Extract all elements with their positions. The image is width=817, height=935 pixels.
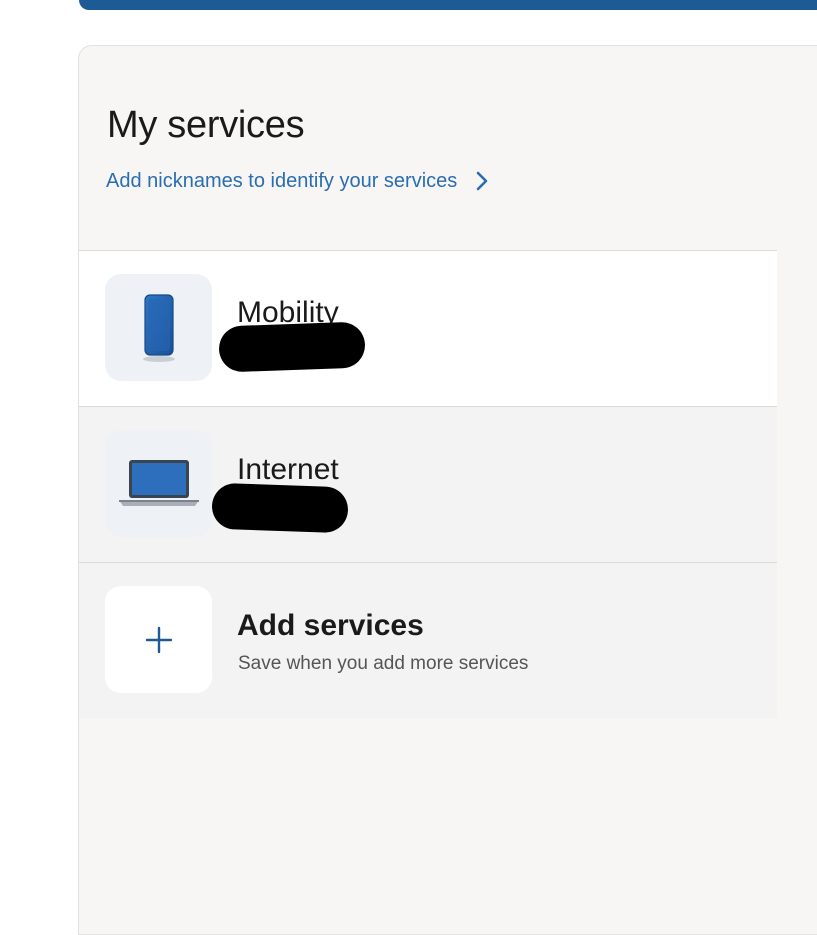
mobility-tile (105, 274, 212, 381)
add-nicknames-link[interactable]: Add nicknames to identify your services (106, 168, 489, 194)
redacted-number (211, 482, 349, 534)
redacted-number (218, 321, 366, 373)
add-services-subtitle: Save when you add more services (238, 653, 529, 674)
smartphone-icon (142, 293, 175, 362)
add-services-tile (105, 586, 212, 693)
my-services-card: My services Add nicknames to identify yo… (78, 45, 817, 935)
services-list: Mobility Internet Add services Save when… (79, 250, 777, 718)
card-header: My services Add nicknames to identify yo… (79, 46, 817, 250)
internet-tile (105, 430, 212, 537)
plus-icon (145, 626, 172, 653)
add-services-title: Add services (237, 609, 424, 642)
laptop-icon (118, 459, 199, 506)
add-nicknames-label: Add nicknames to identify your services (106, 169, 458, 192)
service-label: Internet (237, 453, 339, 486)
chevron-right-icon (476, 171, 488, 191)
top-accent-bar (79, 0, 817, 10)
page-title: My services (107, 104, 305, 146)
service-row-mobility[interactable]: Mobility (79, 250, 777, 406)
add-services-row[interactable]: Add services Save when you add more serv… (79, 562, 777, 718)
service-row-internet[interactable]: Internet (79, 406, 777, 562)
